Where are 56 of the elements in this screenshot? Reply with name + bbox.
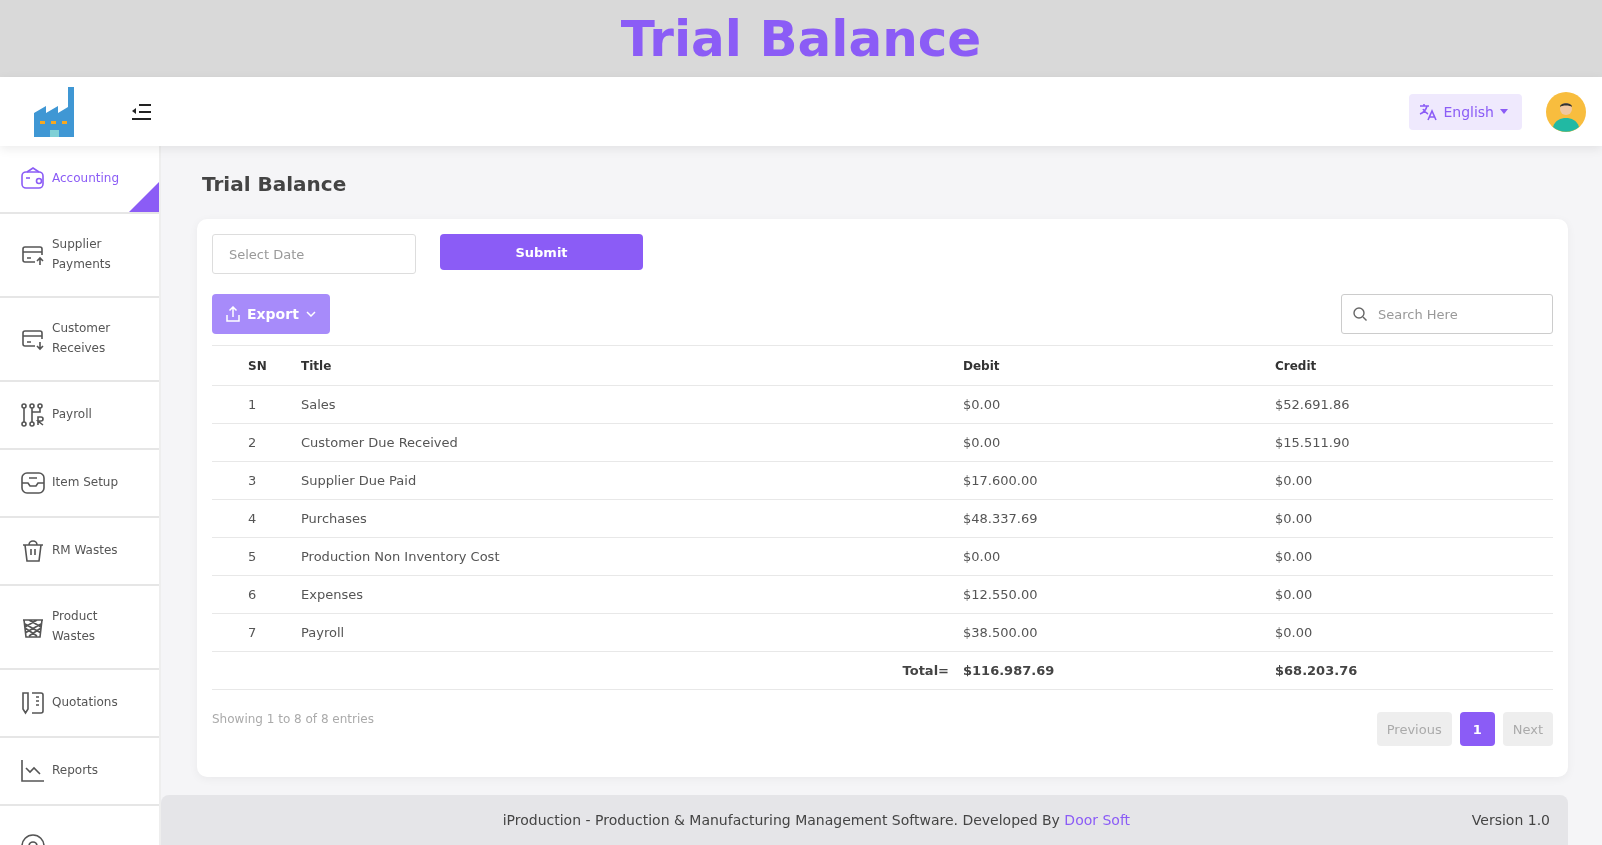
total-credit: $68.203.76 <box>1275 663 1359 678</box>
column-header: Debit <box>963 358 1001 373</box>
table-cell-text: $12.550.00 <box>963 587 1039 602</box>
table-cell-text: 4 <box>247 511 258 526</box>
table-cell-text: $15.511.90 <box>1275 435 1351 450</box>
table-cell-text: Payroll <box>301 625 346 640</box>
translate-icon <box>1419 102 1438 121</box>
total-debit: $116.987.69 <box>963 663 1056 678</box>
submit-button[interactable]: Submit <box>440 234 643 270</box>
table-cell-text: 7 <box>247 625 258 640</box>
total-label: Total= <box>902 663 950 678</box>
table-cell-text: $0.00 <box>1275 625 1314 640</box>
table-cell-text: Sales <box>301 397 337 412</box>
version-label: Version 1.0 <box>1471 812 1550 828</box>
chevron-down-icon <box>305 311 316 317</box>
table-cell-text: Purchases <box>301 511 368 526</box>
footer-credit: iProduction - Production & Manufacturing Management Software. Developed By Door Soft <box>501 812 1132 828</box>
table-cell-text: $38.500.00 <box>963 625 1039 640</box>
column-header: Title <box>301 358 333 373</box>
table-cell-text: Customer Due Received <box>301 435 459 450</box>
table-cell-text: Production Non Inventory Cost <box>301 549 501 564</box>
table-cell-text: $48.337.69 <box>963 511 1039 526</box>
nodes-icon <box>20 402 46 428</box>
table-cell-text: Expenses <box>301 587 364 602</box>
table-cell-text: $17.600.00 <box>963 473 1039 488</box>
column-header: Credit <box>1275 358 1318 373</box>
table-cell-text: $0.00 <box>963 397 1002 412</box>
trash-icon <box>20 538 46 564</box>
table-cell-text: 5 <box>247 549 258 564</box>
search-field[interactable]: Search Here <box>1341 294 1553 334</box>
upload-icon <box>226 306 240 322</box>
table-cell-text: $0.00 <box>1275 473 1314 488</box>
wallet-icon <box>20 166 46 192</box>
date-field[interactable]: Select Date <box>212 234 416 274</box>
table-cell-text: $0.00 <box>963 549 1002 564</box>
table-cell-text: 3 <box>247 473 258 488</box>
menu-collapse-button[interactable] <box>130 102 152 121</box>
caret-down-icon <box>1500 109 1508 114</box>
entries-info: Showing 1 to 8 of 8 entries <box>212 712 374 726</box>
page-button[interactable]: 1 <box>1459 712 1495 746</box>
table-cell-text: $52.691.86 <box>1275 397 1351 412</box>
document-icon <box>20 690 46 716</box>
page-title: Trial Balance <box>202 172 348 196</box>
banner-title: Trial Balance <box>620 9 982 68</box>
table-cell-text: Supplier Due Paid <box>301 473 418 488</box>
table-cell-text: 1 <box>247 397 258 412</box>
table-cell-text: $0.00 <box>1275 549 1314 564</box>
language-dropdown[interactable]: English <box>1409 93 1522 130</box>
table-cell-text: 6 <box>247 587 258 602</box>
table-cell-text: 2 <box>247 435 258 450</box>
table-cell-text: $0.00 <box>1275 511 1314 526</box>
table-cell-text: $0.00 <box>1275 587 1314 602</box>
tray-icon <box>20 470 46 496</box>
column-header: SN <box>247 358 268 373</box>
table-cell-text: $0.00 <box>963 435 1002 450</box>
line-chart-icon <box>20 758 46 784</box>
